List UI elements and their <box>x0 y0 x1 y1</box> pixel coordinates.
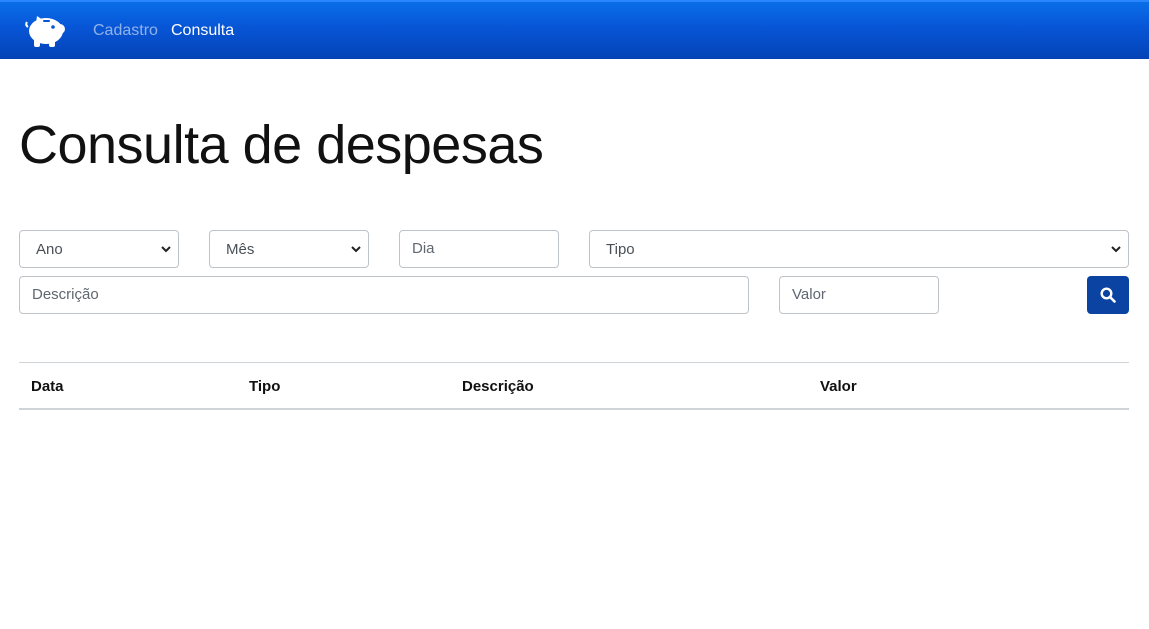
type-select[interactable]: Tipo <box>589 230 1129 268</box>
value-input-placeholder: Valor <box>792 286 826 303</box>
brand-logo[interactable] <box>24 10 68 50</box>
chevron-down-icon <box>351 246 361 253</box>
value-input[interactable]: Valor <box>779 276 939 314</box>
search-icon <box>1100 287 1116 303</box>
month-select[interactable]: Mês <box>209 230 369 268</box>
table-header-row: Data Tipo Descrição Valor <box>19 363 1129 410</box>
nav-link-consulta[interactable]: Consulta <box>171 21 234 41</box>
type-select-value: Tipo <box>606 241 635 258</box>
description-input-placeholder: Descrição <box>32 286 99 303</box>
year-select[interactable]: Ano <box>19 230 179 268</box>
column-header-tipo: Tipo <box>249 378 281 395</box>
page-title: Consulta de despesas <box>19 115 544 175</box>
navbar: Cadastro Consulta <box>0 0 1149 59</box>
column-header-descricao: Descrição <box>462 378 534 395</box>
nav-link-cadastro[interactable]: Cadastro <box>93 21 158 41</box>
search-button[interactable] <box>1087 276 1129 314</box>
year-select-value: Ano <box>36 241 63 258</box>
chevron-down-icon <box>1111 246 1121 253</box>
piggy-bank-icon <box>25 16 65 47</box>
column-header-valor: Valor <box>820 378 857 395</box>
day-input[interactable]: Dia <box>399 230 559 268</box>
description-input[interactable]: Descrição <box>19 276 749 314</box>
chevron-down-icon <box>161 246 171 253</box>
month-select-value: Mês <box>226 241 255 258</box>
day-input-placeholder: Dia <box>412 240 435 257</box>
column-header-data: Data <box>31 378 64 395</box>
expenses-table: Data Tipo Descrição Valor <box>19 362 1129 410</box>
